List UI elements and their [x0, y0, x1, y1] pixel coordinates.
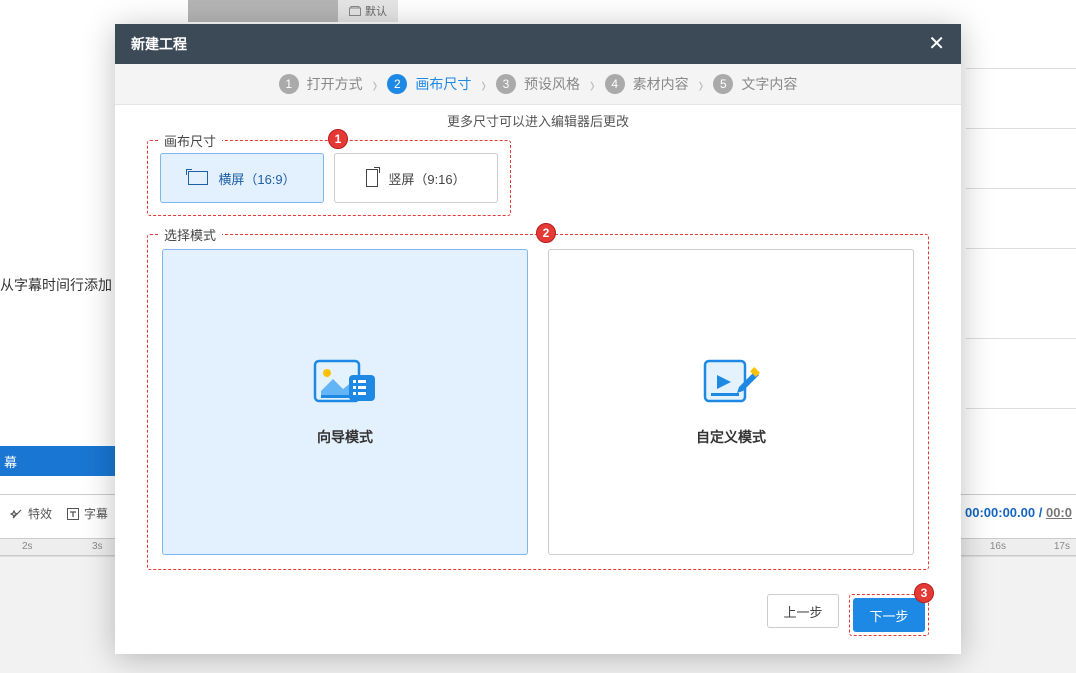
- next-button[interactable]: 下一步: [853, 598, 925, 632]
- mode-select-fieldset: 2 选择模式: [147, 234, 929, 570]
- mode-legend: 选择模式: [158, 225, 222, 244]
- new-project-modal: 新建工程 ✕ 1打开方式 › 2画布尺寸 › 3预设风格 › 4素材内容 › 5…: [115, 24, 961, 654]
- modal-body: 更多尺寸可以进入编辑器后更改 1 画布尺寸 横屏（16:9） 竖屏（9:16） …: [115, 105, 961, 582]
- mode-custom-card[interactable]: 自定义模式: [548, 249, 914, 555]
- close-icon[interactable]: ✕: [928, 31, 945, 56]
- size-portrait-option[interactable]: 竖屏（9:16）: [334, 153, 498, 203]
- landscape-icon: [188, 171, 208, 185]
- chevron-right-icon: ›: [373, 71, 378, 97]
- modal-header: 新建工程 ✕: [115, 24, 961, 64]
- wizard-stepper: 1打开方式 › 2画布尺寸 › 3预设风格 › 4素材内容 › 5文字内容: [115, 64, 961, 106]
- size-hint: 更多尺寸可以进入编辑器后更改: [147, 111, 929, 130]
- chevron-right-icon: ›: [590, 71, 595, 97]
- size-landscape-option[interactable]: 横屏（16:9）: [160, 153, 324, 203]
- canvas-size-fieldset: 1 画布尺寸 横屏（16:9） 竖屏（9:16）: [147, 140, 511, 216]
- annotation-2: 2: [536, 223, 556, 243]
- annotation-1: 1: [328, 129, 348, 149]
- chevron-right-icon: ›: [699, 71, 704, 97]
- prev-button[interactable]: 上一步: [767, 594, 839, 628]
- step-2[interactable]: 2画布尺寸: [387, 74, 471, 94]
- canvas-size-legend: 画布尺寸: [158, 131, 222, 150]
- modal-footer: 上一步 3 下一步: [115, 582, 961, 654]
- next-button-highlight: 3 下一步: [849, 594, 929, 636]
- mode-wizard-card[interactable]: 向导模式: [162, 249, 528, 555]
- portrait-icon: [366, 169, 378, 187]
- modal-overlay: 新建工程 ✕ 1打开方式 › 2画布尺寸 › 3预设风格 › 4素材内容 › 5…: [0, 0, 1076, 673]
- wizard-mode-icon: [313, 357, 377, 409]
- step-3[interactable]: 3预设风格: [496, 74, 580, 94]
- annotation-3: 3: [914, 583, 934, 603]
- step-4[interactable]: 4素材内容: [605, 74, 689, 94]
- step-1[interactable]: 1打开方式: [279, 74, 363, 94]
- chevron-right-icon: ›: [481, 71, 486, 97]
- modal-title: 新建工程: [131, 34, 187, 54]
- step-5[interactable]: 5文字内容: [713, 74, 797, 94]
- custom-mode-icon: [699, 357, 763, 409]
